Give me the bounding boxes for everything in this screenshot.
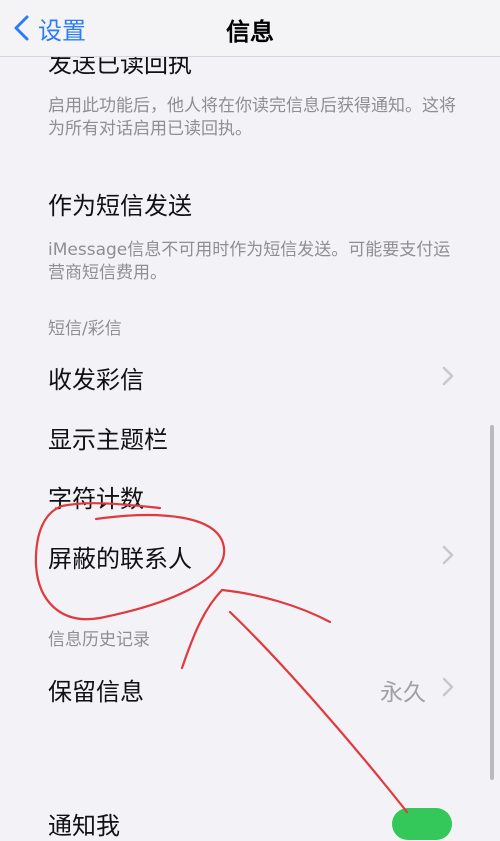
read-receipts-note: 启用此功能后，他人将在你读完信息后获得通知。这将为所有对话启用已读回执。 [48, 96, 456, 139]
annotation-arrow-head [180, 588, 332, 670]
chevron-right-icon [442, 366, 454, 386]
chevron-right-icon [442, 545, 454, 565]
blocked-contacts-row[interactable]: 屏蔽的联系人 [48, 539, 192, 574]
send-as-sms-note: iMessage信息不可用时作为短信发送。可能要支付运营商短信费用。 [48, 240, 451, 283]
annotation-arrow-line [228, 610, 409, 814]
notify-me-row[interactable]: 通知我 [48, 806, 120, 841]
chevron-right-icon [442, 677, 454, 697]
sms-mms-section-header: 短信/彩信 [48, 319, 122, 339]
subject-field-row[interactable]: 显示主题栏 [48, 420, 168, 455]
character-count-row[interactable]: 字符计数 [48, 479, 144, 514]
keep-messages-row[interactable]: 保留信息 [48, 672, 144, 707]
navigation-bar: 设置 信息 [0, 0, 500, 57]
mms-row[interactable]: 收发彩信 [48, 360, 144, 395]
notify-me-toggle[interactable] [392, 808, 452, 840]
history-section-header: 信息历史记录 [48, 630, 150, 650]
keep-messages-value: 永久 [380, 680, 426, 706]
page-title: 信息 [226, 18, 274, 46]
scrollbar[interactable] [490, 425, 494, 780]
send-as-sms-row[interactable]: 作为短信发送 [48, 186, 192, 221]
